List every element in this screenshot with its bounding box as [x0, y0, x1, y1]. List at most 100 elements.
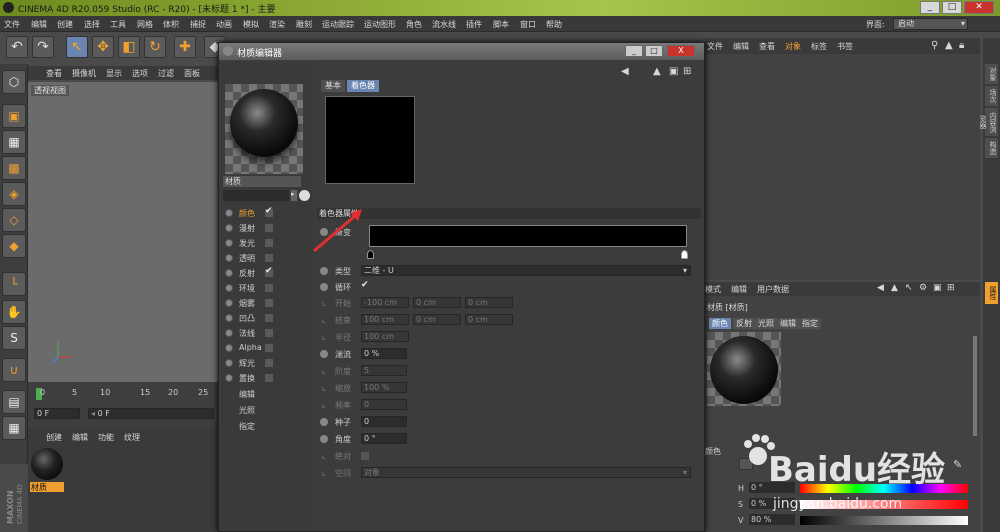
- menu-window[interactable]: 窗口: [520, 19, 536, 30]
- gradient-knob-right[interactable]: [681, 250, 688, 259]
- channel-checkbox[interactable]: [265, 284, 273, 292]
- menu-simulate[interactable]: 模拟: [243, 19, 259, 30]
- channel-checkbox[interactable]: [265, 224, 273, 232]
- menu-character[interactable]: 角色: [406, 19, 422, 30]
- attr-tab-reflectance[interactable]: 反射: [733, 318, 755, 329]
- edges-mode-icon[interactable]: ◇: [2, 208, 26, 232]
- new-panel-icon[interactable]: ⊞: [947, 283, 955, 293]
- minimize-window-button[interactable]: _: [920, 1, 940, 14]
- close-window-button[interactable]: ✕: [964, 1, 994, 14]
- channel-diffusion[interactable]: 漫射: [225, 222, 313, 235]
- channel-reflectance[interactable]: 反射: [225, 266, 313, 280]
- attr-tab-editor[interactable]: 编辑: [777, 318, 799, 329]
- objmgr-menu-object[interactable]: 对象: [785, 41, 801, 52]
- timeline[interactable]: 0 5 10 15 20 25 0 F ◂ 0 F: [28, 382, 218, 428]
- attr-menu-edit[interactable]: 编辑: [731, 284, 747, 295]
- axis-mode-icon[interactable]: └: [2, 272, 26, 296]
- lock-icon[interactable]: ▣: [669, 66, 678, 77]
- cycle-checkbox[interactable]: ✔: [361, 280, 369, 290]
- end-z-field[interactable]: 0 cm: [465, 314, 513, 325]
- channel-checkbox[interactable]: [265, 314, 273, 322]
- pointer-icon[interactable]: ↖: [905, 283, 913, 293]
- menu-create[interactable]: 创建: [57, 19, 73, 30]
- polygons-mode-icon[interactable]: ◆: [2, 234, 26, 258]
- start-y-field[interactable]: 0 cm: [413, 297, 461, 308]
- select-arrow-icon[interactable]: ↖: [66, 36, 88, 58]
- dialog-minimize-button[interactable]: _: [625, 45, 643, 57]
- perspective-viewport[interactable]: 透视视图: [28, 82, 218, 382]
- coordinate-icon[interactable]: ✚: [174, 36, 196, 58]
- viewport-menu-options[interactable]: 选项: [132, 68, 148, 79]
- type-select[interactable]: 二维 - U ▾: [361, 265, 691, 276]
- channel-luminance[interactable]: 发光: [225, 237, 313, 250]
- viewport-menu-view[interactable]: 查看: [46, 68, 62, 79]
- viewport-menu-filter[interactable]: 过滤: [158, 68, 174, 79]
- make-editable-icon[interactable]: ⬡: [2, 70, 26, 94]
- scale-field[interactable]: 100 %: [361, 382, 407, 393]
- channel-environment[interactable]: 环境: [225, 282, 313, 295]
- menu-animate[interactable]: 动画: [216, 19, 232, 30]
- channel-checkbox[interactable]: [265, 344, 273, 352]
- material-name-field[interactable]: 材质: [223, 176, 301, 187]
- tab-content-browser[interactable]: 内容浏览器: [979, 108, 998, 136]
- tab-structure[interactable]: 构造: [985, 138, 998, 158]
- seed-field[interactable]: 0: [361, 416, 407, 427]
- channel-glow[interactable]: 辉光: [225, 357, 313, 370]
- radio-dot[interactable]: [320, 418, 328, 426]
- dialog-close-button[interactable]: X: [667, 45, 695, 57]
- matmgr-menu-texture[interactable]: 纹理: [124, 432, 140, 443]
- viewport-menu-display[interactable]: 显示: [106, 68, 122, 79]
- up-arrow-icon[interactable]: ▲: [653, 66, 661, 77]
- points-mode-icon[interactable]: ◈: [2, 182, 26, 206]
- material-preview[interactable]: [225, 84, 303, 174]
- end-y-field[interactable]: 0 cm: [413, 314, 461, 325]
- attr-tab-color[interactable]: 颜色: [709, 318, 731, 329]
- channel-checkbox[interactable]: [265, 239, 273, 247]
- attr-tab-illumination[interactable]: 光照: [755, 318, 777, 329]
- radius-field[interactable]: 100 cm: [361, 331, 409, 342]
- channel-checkbox[interactable]: [265, 359, 273, 367]
- channel-bump[interactable]: 凹凸: [225, 312, 313, 325]
- channel-checkbox[interactable]: [265, 329, 273, 337]
- objmgr-menu-view[interactable]: 查看: [759, 41, 775, 52]
- end-x-field[interactable]: 100 cm: [361, 314, 409, 325]
- matmgr-menu-create[interactable]: 创建: [46, 432, 62, 443]
- model-mode-icon[interactable]: ▣: [2, 104, 26, 128]
- dialog-maximize-button[interactable]: □: [645, 45, 663, 57]
- channel-fog[interactable]: 烟雾: [225, 297, 313, 310]
- viewport-menu-panel[interactable]: 面板: [184, 68, 200, 79]
- menu-file[interactable]: 文件: [4, 19, 20, 30]
- move-icon[interactable]: ✥: [92, 36, 114, 58]
- menu-mograph[interactable]: 运动图形: [364, 19, 396, 30]
- lock-icon[interactable]: 🔒︎: [959, 40, 964, 51]
- matmgr-menu-edit[interactable]: 编辑: [72, 432, 88, 443]
- menu-help[interactable]: 帮助: [546, 19, 562, 30]
- radio-dot[interactable]: [320, 283, 328, 291]
- attr-tab-assign[interactable]: 指定: [799, 318, 821, 329]
- texture-mode-icon[interactable]: ▦: [2, 130, 26, 154]
- back-arrow-icon[interactable]: ◀: [621, 66, 629, 77]
- material-thumbnail-label[interactable]: 材质: [30, 482, 64, 492]
- lock-workplane-icon[interactable]: ▤: [2, 390, 26, 414]
- channel-displacement[interactable]: 置换: [225, 372, 313, 385]
- channel-transparency[interactable]: 透明: [225, 252, 313, 265]
- channel-checkbox[interactable]: [265, 254, 273, 262]
- up-arrow-icon[interactable]: ▲: [945, 40, 953, 51]
- matmgr-menu-function[interactable]: 功能: [98, 432, 114, 443]
- attr-menu-mode[interactable]: 模式: [705, 284, 721, 295]
- frequency-field[interactable]: 0: [361, 399, 407, 410]
- object-manager[interactable]: [705, 54, 980, 280]
- dialog-title-bar[interactable]: 材质编辑器 _ □ X: [219, 43, 704, 60]
- lock-icon[interactable]: ▣: [933, 283, 942, 293]
- channel-checkbox[interactable]: [265, 266, 273, 277]
- tab-attributes[interactable]: 属性: [985, 282, 998, 304]
- current-frame-field[interactable]: 0 F: [34, 408, 80, 419]
- octaves-field[interactable]: 5: [361, 365, 407, 376]
- channel-editor[interactable]: 编辑: [225, 388, 313, 401]
- channel-checkbox[interactable]: [265, 299, 273, 307]
- radio-dot[interactable]: [320, 350, 328, 358]
- magnet-icon[interactable]: ∪: [2, 358, 26, 382]
- radio-dot[interactable]: [320, 435, 328, 443]
- attr-menu-userdata[interactable]: 用户数据: [757, 284, 789, 295]
- gradient-bar[interactable]: [369, 225, 687, 247]
